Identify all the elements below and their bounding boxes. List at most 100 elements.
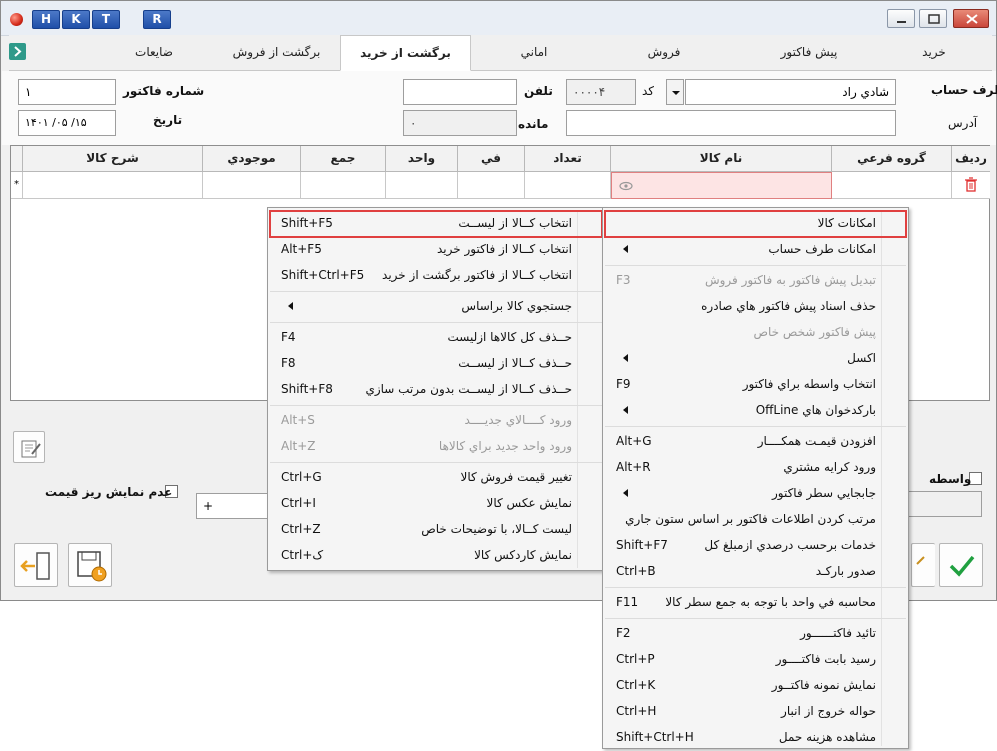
phone-label: تلفن [524, 84, 553, 98]
menu-item[interactable]: حــذف کل کالاها ازليست F4 [268, 325, 604, 351]
print-preview-button[interactable] [911, 543, 935, 587]
column-header-total[interactable]: جمع [301, 146, 386, 172]
date-field[interactable]: ۱۴۰۱ /۰۵ /۱۵ [18, 110, 116, 136]
column-header-row[interactable]: رديف [952, 146, 990, 172]
menu-item-label: تائيد فاکتــــــور [800, 626, 876, 640]
menu-item: پيش فاکتور شخص خاص [603, 320, 908, 346]
menu-item[interactable]: افزودن قيمـت همکــــار Alt+G [603, 429, 908, 455]
tab-purchase[interactable]: خريد [884, 35, 984, 71]
menu-item[interactable]: اکسل [603, 346, 908, 372]
menu-item-label: نمايش کاردکس کالا [474, 548, 572, 562]
menu-item-shortcut: F9 [616, 377, 631, 391]
menu-item[interactable]: انتخاب کــالا از فاکتور خريد Alt+F5 [268, 237, 604, 263]
menu-item[interactable]: مشاهده هزينه حمل Shift+Ctrl+H [603, 725, 908, 751]
tab-waste[interactable]: ضايعات [99, 35, 209, 71]
menu-item-label: انتخاب واسطه براي فاکتور [742, 377, 876, 391]
menu-item[interactable]: امکانات طرف حساب [603, 237, 908, 263]
menu-item[interactable]: خدمات برحسب درصدي ازمبلغ کل Shift+F7 [603, 533, 908, 559]
phone-field[interactable] [403, 79, 517, 105]
checkmark-icon [949, 555, 975, 577]
quick-button-h[interactable]: H [32, 10, 60, 29]
menu-item[interactable]: حــذف کــالا از ليســت بدون مرتب سازي Shi… [268, 377, 604, 403]
menu-item: ورود واحد جديد براي کالاها Alt+Z [268, 434, 604, 460]
menu-item-label: پيش فاکتور شخص خاص [753, 325, 876, 339]
menu-item[interactable]: حذف اسناد پيش فاکتور هاي صادره [603, 294, 908, 320]
menu-separator [605, 265, 906, 266]
account-field[interactable]: شادي راد [685, 79, 896, 105]
menu-item-shortcut: Shift+F7 [616, 538, 668, 552]
menu-item[interactable]: رسيد بابت فاکتــــور Ctrl+P [603, 647, 908, 673]
tab-sale-return[interactable]: برگشت از فروش [214, 35, 339, 71]
quick-button-r[interactable]: R [143, 10, 171, 29]
minimize-button[interactable] [887, 9, 915, 28]
menu-item[interactable]: نمايش عکس کالا Ctrl+I [268, 491, 604, 517]
delete-row-button[interactable] [952, 172, 990, 199]
menu-item-label: نمايش نمونه فاکتــور [771, 678, 876, 692]
column-header-stock[interactable]: موجودي [203, 146, 301, 172]
menu-item-shortcut: Ctrl+Z [281, 522, 321, 536]
address-field[interactable] [566, 110, 896, 136]
confirm-button[interactable] [939, 543, 983, 587]
menu-item[interactable]: ورود کرايه مشتري Alt+R [603, 455, 908, 481]
menu-item[interactable]: ليست کــالا، با توضيحات خاص Ctrl+Z [268, 517, 604, 543]
cell-subgroup[interactable] [832, 172, 952, 199]
menu-item[interactable]: مرتب کردن اطلاعات فاکتور بر اساس ستون جا… [603, 507, 908, 533]
menu-item[interactable]: بارکدخوان هاي OffLine [603, 398, 908, 424]
menu-item[interactable]: انتخاب کــالا از فاکتور برگشت از خريد Shi… [268, 263, 604, 289]
column-header-subgroup[interactable]: گروه فرعي [832, 146, 952, 172]
minimize-icon [897, 21, 906, 23]
highlight-frame [269, 210, 603, 238]
menu-item[interactable]: حــذف کــالا از ليســت F8 [268, 351, 604, 377]
cell-unit[interactable] [386, 172, 458, 199]
maximize-button[interactable] [919, 9, 947, 28]
exit-button[interactable] [14, 543, 58, 587]
tab-consignment[interactable]: اماني [479, 35, 589, 71]
tab-sale[interactable]: فروش [609, 35, 719, 71]
notes-button[interactable] [13, 431, 45, 463]
menu-item[interactable]: تائيد فاکتــــــور F2 [603, 621, 908, 647]
menu-item-shortcut: Alt+F5 [281, 242, 322, 256]
menu-item[interactable]: صدور بارکـد Ctrl+B [603, 559, 908, 585]
column-header-quantity[interactable]: تعداد [525, 146, 611, 172]
menu-item[interactable]: تغيير قيمت فروش کالا Ctrl+G [268, 465, 604, 491]
tab-purchase-return[interactable]: برگشت از خريد [340, 35, 471, 71]
menu-item[interactable]: نمايش نمونه فاکتــور Ctrl+K [603, 673, 908, 699]
menu-item[interactable]: جابجايي سطر فاکتور [603, 481, 908, 507]
column-header-unit[interactable]: واحد [386, 146, 458, 172]
menu-item[interactable]: جستجوي کالا براساس [268, 294, 604, 320]
cell-description[interactable] [23, 172, 203, 199]
column-header-description[interactable]: شرح کالا [23, 146, 203, 172]
column-header-price[interactable]: في [458, 146, 525, 172]
menu-item-label: نمايش عکس کالا [486, 496, 573, 510]
menu-item-label: محاسبه في واحد با توجه به جمع سطر کالا [665, 595, 876, 609]
submenu-arrow-icon [288, 302, 293, 310]
cell-price[interactable] [458, 172, 525, 199]
cell-stock[interactable] [203, 172, 301, 199]
save-draft-button[interactable] [68, 543, 112, 587]
quick-button-t[interactable]: T [92, 10, 120, 29]
cell-quantity[interactable] [525, 172, 611, 199]
invoice-number-field[interactable]: ۱ [18, 79, 116, 105]
tab-scroll-button[interactable] [9, 43, 26, 60]
account-dropdown-button[interactable] [666, 79, 684, 105]
menu-item-label: حــذف کــالا از ليســت [458, 356, 572, 370]
edit-document-icon [21, 440, 41, 458]
column-header-item-name[interactable]: نام کالا [611, 146, 832, 172]
menu-item-shortcut: Ctrl+ک [281, 548, 324, 562]
menu-item[interactable]: محاسبه في واحد با توجه به جمع سطر کالا F1… [603, 590, 908, 616]
menu-item[interactable]: حواله خروج از انبار Ctrl+H [603, 699, 908, 725]
menu-item[interactable]: نمايش کاردکس کالا Ctrl+ک [268, 543, 604, 569]
tab-proforma[interactable]: پيش فاکتور [749, 35, 869, 71]
menu-item-label: تغيير قيمت فروش کالا [460, 470, 572, 484]
quick-button-k[interactable]: K [62, 10, 90, 29]
menu-item[interactable]: انتخاب واسطه براي فاکتور F9 [603, 372, 908, 398]
trash-icon [965, 177, 977, 192]
cell-item-name[interactable] [611, 172, 832, 199]
submenu-arrow-icon [623, 406, 628, 414]
menu-separator [270, 462, 602, 463]
menu-item-label: مشاهده هزينه حمل [778, 730, 876, 744]
close-button[interactable] [953, 9, 989, 28]
menu-item-label: حواله خروج از انبار [781, 704, 876, 718]
menu-separator [270, 322, 602, 323]
cell-total[interactable] [301, 172, 386, 199]
